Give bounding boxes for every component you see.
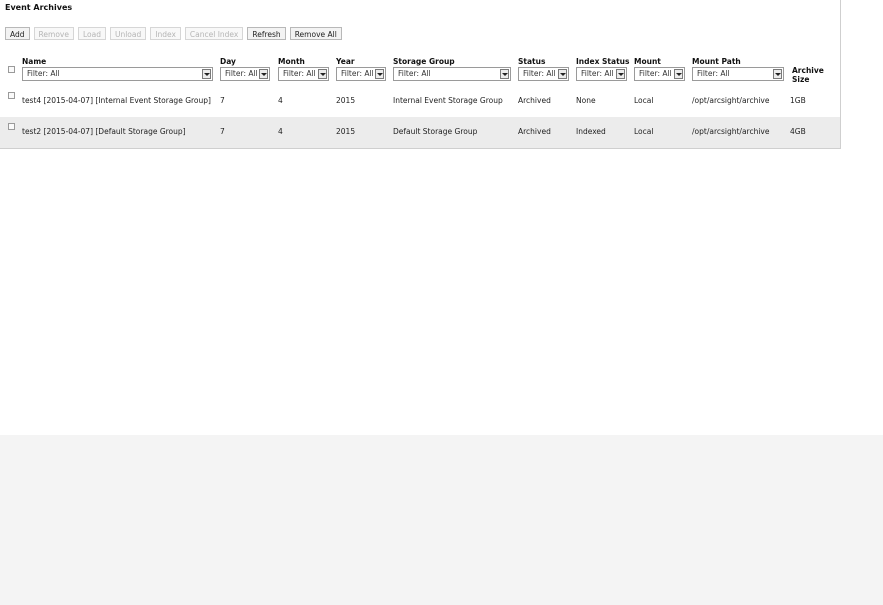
storage-group-filter-select[interactable]: Filter: All [393,67,511,81]
index-status-filter-select[interactable]: Filter: All [576,67,627,81]
name-filter-select[interactable]: Filter: All [22,67,213,81]
column-header-mount-path[interactable]: Mount Path [692,57,741,66]
chevron-down-icon[interactable] [259,69,268,79]
table-row[interactable]: test4 [2015-04-07] [Internal Event Stora… [0,86,840,117]
storage-group-filter-value: Filter: All [398,69,431,78]
chevron-down-icon[interactable] [674,69,683,79]
day-filter-select[interactable]: Filter: All [220,67,270,81]
cell-year: 2015 [336,96,356,105]
cell-index-status: None [576,96,596,105]
cell-mount-path: /opt/arcsight/archive [692,96,770,105]
column-header-month[interactable]: Month [278,57,305,66]
column-header-status[interactable]: Status [518,57,545,66]
day-filter-value: Filter: All [225,69,258,78]
chevron-down-icon[interactable] [558,69,567,79]
cell-name: test2 [2015-04-07] [Default Storage Grou… [22,127,186,136]
column-header-day[interactable]: Day [220,57,236,66]
cell-month: 4 [278,127,283,136]
cell-storage-group: Default Storage Group [393,127,478,136]
cell-name: test4 [2015-04-07] [Internal Event Stora… [22,96,211,105]
panel-title: Event Archives [5,3,73,12]
cell-mount: Local [634,96,654,105]
unload-button[interactable]: Unload [109,27,147,40]
chevron-down-icon[interactable] [616,69,625,79]
year-filter-select[interactable]: Filter: All [336,67,386,81]
mount-filter-value: Filter: All [639,69,672,78]
year-filter-value: Filter: All [341,69,374,78]
name-filter-value: Filter: All [27,69,60,78]
month-filter-value: Filter: All [283,69,316,78]
mount-filter-select[interactable]: Filter: All [634,67,685,81]
cancel-index-button[interactable]: Cancel Index [184,27,244,40]
cell-mount-path: /opt/arcsight/archive [692,127,770,136]
cell-storage-group: Internal Event Storage Group [393,96,503,105]
index-status-filter-value: Filter: All [581,69,614,78]
column-header-year[interactable]: Year [336,57,355,66]
empty-detail-area [0,435,883,605]
cell-year: 2015 [336,127,356,136]
column-header-archive-size[interactable]: Archive Size [792,66,840,84]
row-checkbox[interactable] [8,92,15,99]
chevron-down-icon[interactable] [202,69,211,79]
column-header-name[interactable]: Name [22,57,46,66]
cell-archive-size: 4GB [790,127,806,136]
cell-day: 7 [220,96,225,105]
column-header-index-status[interactable]: Index Status [576,57,629,66]
cell-mount: Local [634,127,654,136]
status-filter-value: Filter: All [523,69,556,78]
load-button[interactable]: Load [77,27,106,40]
add-button[interactable]: Add [5,27,30,40]
chevron-down-icon[interactable] [500,69,509,79]
mount-path-filter-select[interactable]: Filter: All [692,67,784,81]
toolbar: Add Remove Load Unload Index Cancel Inde… [5,27,346,40]
cell-status: Archived [518,96,551,105]
remove-button[interactable]: Remove [33,27,74,40]
status-filter-select[interactable]: Filter: All [518,67,569,81]
refresh-button[interactable]: Refresh [247,27,286,40]
cell-index-status: Indexed [576,127,606,136]
event-archives-panel: Event Archives Add Remove Load Unload In… [0,0,841,149]
column-header-storage-group[interactable]: Storage Group [393,57,455,66]
table-row[interactable]: test2 [2015-04-07] [Default Storage Grou… [0,117,840,148]
row-checkbox[interactable] [8,123,15,130]
cell-status: Archived [518,127,551,136]
cell-day: 7 [220,127,225,136]
chevron-down-icon[interactable] [375,69,384,79]
chevron-down-icon[interactable] [318,69,327,79]
mount-path-filter-value: Filter: All [697,69,730,78]
cell-month: 4 [278,96,283,105]
month-filter-select[interactable]: Filter: All [278,67,329,81]
cell-archive-size: 1GB [790,96,806,105]
index-button[interactable]: Index [150,27,181,40]
select-all-checkbox[interactable] [8,66,15,73]
chevron-down-icon[interactable] [773,69,782,79]
column-header-mount[interactable]: Mount [634,57,661,66]
remove-all-button[interactable]: Remove All [289,27,342,40]
